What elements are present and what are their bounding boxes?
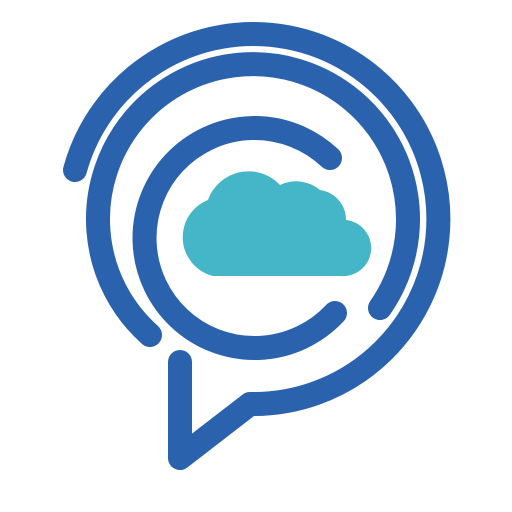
cloud-icon <box>182 171 372 277</box>
app-icon-graphic <box>63 22 451 470</box>
chat-cloud-app-icon <box>0 0 512 512</box>
